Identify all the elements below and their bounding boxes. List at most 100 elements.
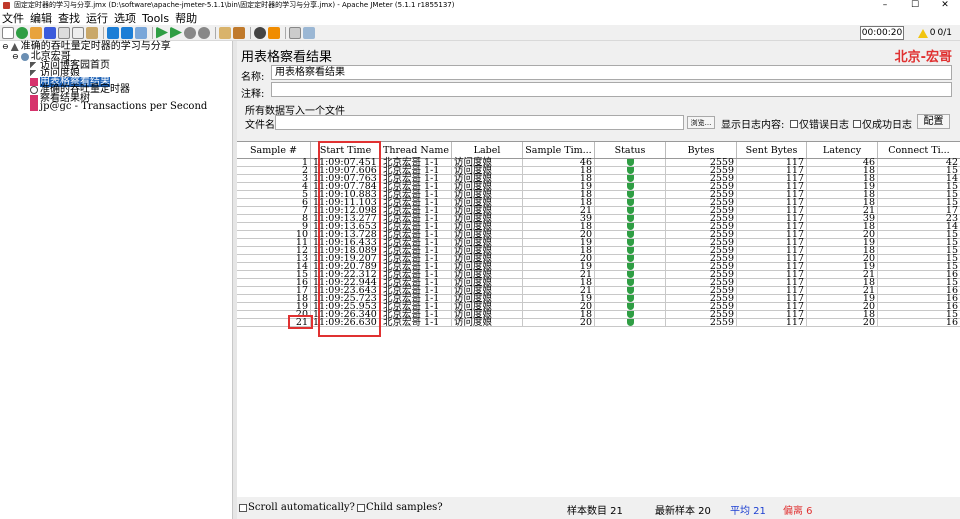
child-samples-label: Child samples? [366, 502, 443, 513]
child-samples-checkbox[interactable]: Child samples? [357, 502, 443, 513]
status-cell [595, 311, 666, 318]
table-cell: 7 [237, 206, 311, 215]
column-header[interactable]: Status [595, 142, 666, 158]
success-shield-icon [626, 191, 634, 198]
filename-field[interactable] [275, 115, 684, 130]
success-shield-icon [626, 223, 634, 230]
timer-icon [30, 86, 38, 94]
column-header[interactable]: Sample Tim... [523, 142, 595, 158]
listener-panel: 用表格察看结果 北京-宏哥 名称: 用表格察看结果 注释: 所有数据写入一个文件… [237, 41, 960, 519]
scroll-automatically-checkbox[interactable]: Scroll automatically? [239, 502, 355, 513]
close-button[interactable]: ✕ [930, 0, 960, 11]
expand-icon[interactable] [107, 26, 119, 39]
window-titlebar: 固定定时器的学习与分享.jmx (D:\software\apache-jmet… [0, 0, 960, 11]
success-shield-icon [626, 247, 634, 254]
column-header[interactable]: Sent Bytes [737, 142, 807, 158]
start-icon[interactable] [156, 26, 168, 39]
new-icon[interactable] [2, 26, 14, 39]
open-icon[interactable] [30, 26, 42, 39]
menu-search[interactable]: 查找 [58, 10, 80, 26]
test-plan-icon [10, 43, 19, 51]
status-cell [595, 167, 666, 174]
templates-icon[interactable] [16, 26, 28, 39]
status-cell [595, 287, 666, 294]
checkbox-box [853, 119, 861, 128]
success-shield-icon [626, 255, 634, 262]
start-no-pauses-icon[interactable] [170, 26, 182, 39]
checkbox-box [239, 503, 247, 512]
menu-run[interactable]: 运行 [86, 10, 108, 26]
thread-count: 0/1 [937, 28, 952, 38]
latest-sample: 最新样本 20 [655, 506, 711, 517]
status-cell [595, 159, 666, 166]
browse-button[interactable]: 浏览... [687, 116, 715, 129]
summary-bar: Scroll automatically? Child samples? 样本数… [237, 497, 960, 519]
tree-item-tps-listener[interactable]: jp@gc - Transactions per Second [30, 102, 207, 112]
help-icon[interactable] [303, 26, 315, 39]
menu-tools[interactable]: Tools [142, 12, 169, 25]
success-shield-icon [626, 215, 634, 222]
warning-icon [917, 28, 928, 38]
success-shield-icon [626, 239, 634, 246]
column-header[interactable]: Thread Name [381, 142, 452, 158]
stop-icon[interactable] [184, 26, 196, 39]
comment-field[interactable] [271, 82, 952, 97]
toggle-icon[interactable] [135, 26, 147, 39]
name-field[interactable]: 用表格察看结果 [271, 65, 952, 80]
save-icon[interactable] [44, 26, 56, 39]
column-header[interactable]: Sample # [237, 142, 311, 158]
success-shield-icon [626, 295, 634, 302]
filename-label: 文件名 [245, 120, 275, 131]
menu-help[interactable]: 帮助 [175, 10, 197, 26]
status-cell [595, 319, 666, 326]
warning-indicator[interactable]: 0 0/1 [917, 26, 952, 40]
success-shield-icon [626, 167, 634, 174]
status-cell [595, 183, 666, 190]
toolbar-separator [250, 26, 251, 39]
tree-item-test-plan[interactable]: ⊖ 准确的吞吐量定时器的学习与分享 [2, 42, 171, 52]
success-shield-icon [626, 207, 634, 214]
column-header[interactable]: Label [452, 142, 523, 158]
column-header[interactable]: Connect Ti... [878, 142, 960, 158]
table-cell: 1 [237, 158, 311, 167]
errors-only-checkbox[interactable]: 仅错误日志 [790, 116, 849, 131]
configure-button[interactable]: 配置 [917, 114, 950, 129]
status-cell [595, 303, 666, 310]
success-shield-icon [626, 175, 634, 182]
minimize-button[interactable]: – [870, 0, 900, 11]
jmeter-app-icon [3, 2, 10, 9]
search-icon[interactable] [254, 26, 266, 39]
table-cell: 5 [237, 190, 311, 199]
success-shield-icon [626, 319, 634, 326]
window-controls: – ☐ ✕ [870, 0, 960, 11]
clear-icon[interactable] [219, 26, 231, 39]
table-cell: 访问度娘 [452, 318, 523, 327]
table-cell: 4 [237, 182, 311, 191]
clear-all-icon[interactable] [233, 26, 245, 39]
copy-icon[interactable] [72, 26, 84, 39]
column-header[interactable]: Latency [807, 142, 878, 158]
menu-edit[interactable]: 编辑 [30, 10, 52, 26]
function-helper-icon[interactable] [289, 26, 301, 39]
status-cell [595, 223, 666, 230]
menu-options[interactable]: 选项 [114, 10, 136, 26]
status-cell [595, 207, 666, 214]
maximize-button[interactable]: ☐ [900, 0, 930, 11]
shutdown-icon[interactable] [198, 26, 210, 39]
menu-file[interactable]: 文件 [2, 10, 24, 26]
cut-icon[interactable] [58, 26, 70, 39]
reset-search-icon[interactable] [268, 26, 280, 39]
checkbox-box [790, 119, 798, 128]
paste-icon[interactable] [86, 26, 98, 39]
collapse-icon[interactable] [121, 26, 133, 39]
status-cell [595, 247, 666, 254]
status-cell [595, 199, 666, 206]
status-cell [595, 175, 666, 182]
success-only-checkbox[interactable]: 仅成功日志 [853, 116, 912, 131]
success-only-label: 仅成功日志 [862, 120, 912, 131]
toolbar [0, 25, 960, 41]
toolbar-separator [285, 26, 286, 39]
success-shield-icon [626, 199, 634, 206]
toolbar-separator [152, 26, 153, 39]
column-header[interactable]: Bytes [666, 142, 737, 158]
